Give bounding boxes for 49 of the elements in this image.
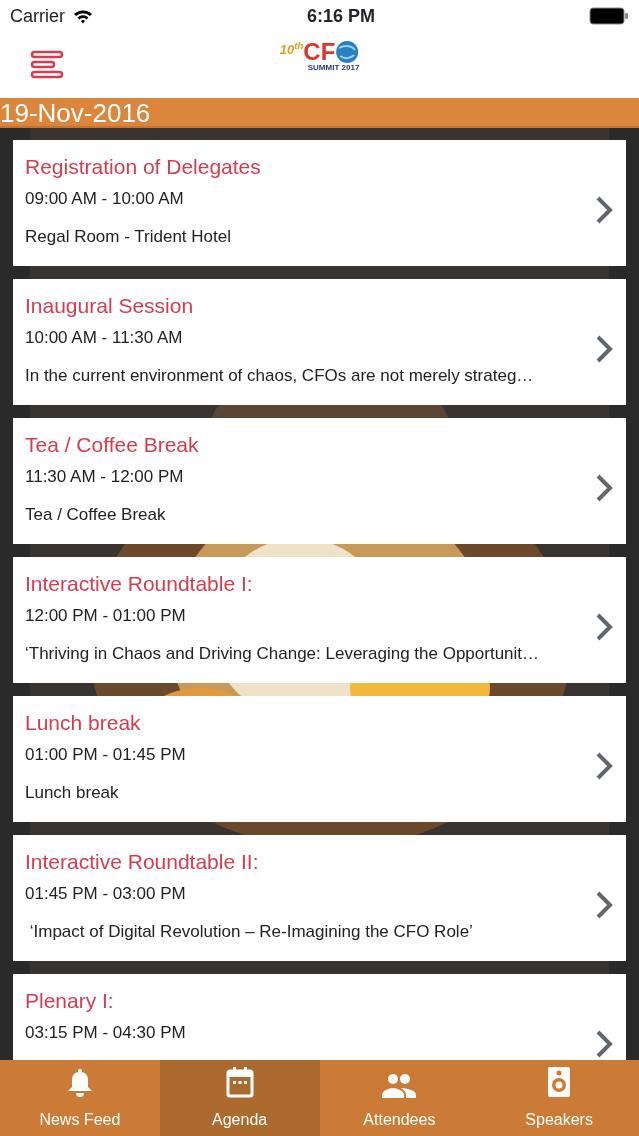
session-description: In the current environment of chaos, CFOs are not merely strateg… [25,365,535,387]
session-description: Lunch break [25,782,120,804]
session-title: Interactive Roundtable I: [25,571,254,597]
logo-subtitle: SUMMIT 2017 [307,64,360,72]
session-title: Interactive Roundtable II: [25,849,260,875]
session-title: Registration of Delegates [25,154,262,180]
session-title: Lunch break [25,710,142,736]
carrier-name: Carrier [10,4,65,28]
session-time: 10:00 AM - 11:30 AM [25,327,184,349]
session-description: ‘Impact of Digital Revolution – Re-Imagining the CFO Role’ [28,921,474,943]
speaker-icon [547,1066,572,1098]
session-card[interactable]: Plenary I: 03:15 PM - 04:30 PM [13,974,626,1060]
session-time: 09:00 AM - 10:00 AM [25,188,185,210]
session-time: 01:00 PM - 01:45 PM [25,744,187,766]
session-description: Tea / Coffee Break [25,504,167,526]
session-title: Inaugural Session [25,293,195,319]
session-card[interactable]: Interactive Roundtable I: 12:00 PM - 01:00 PM ‘Thriving in Chaos and Driving Change: Leveraging the Opportunit… [13,557,626,683]
clock-time: 6:16 PM [307,4,375,28]
session-card[interactable]: Interactive Roundtable II: 01:45 PM - 03:00 PM ‘Impact of Digital Revolution – Re-Imagining the CFO Role’ [13,835,626,961]
tab[interactable]: Agenda [159,1060,320,1136]
date-heading: 19-Nov-2016 [0,98,151,128]
people-icon [381,1072,418,1098]
chevron-icon [594,612,614,642]
menu-button[interactable] [30,50,64,80]
logo-text: CF [303,40,336,64]
chevron-icon [594,1029,614,1059]
chevron-icon [594,195,614,225]
session-time: 01:45 PM - 03:00 PM [25,883,187,905]
chevron-icon [594,751,614,781]
session-card[interactable]: Lunch break 01:00 PM - 01:45 PM Lunch break [13,696,626,822]
session-description: ‘Thriving in Chaos and Driving Change: Leveraging the Opportunit… [25,643,541,665]
logo-edition: 10$^{th}$ [279,40,304,57]
session-time: 12:00 PM - 01:00 PM [25,605,187,627]
chevron-icon [594,334,614,364]
bell-icon [66,1068,93,1098]
session-time: 03:15 PM - 04:30 PM [25,1022,187,1044]
chevron-icon [594,473,614,503]
session-time: 11:30 AM - 12:00 PM [25,466,185,488]
battery-icon [589,7,629,25]
session-card[interactable]: Registration of Delegates 09:00 AM - 10:00 AM Regal Room - Trident Hotel [13,140,626,266]
wifi-icon [73,8,93,24]
session-title: Tea / Coffee Break [25,432,200,458]
session-card[interactable]: Inaugural Session 10:00 AM - 11:30 AM In the current environment of chaos, CFOs are not merely strateg… [13,279,626,405]
calendar-icon [225,1066,254,1098]
globe-icon [335,40,360,64]
session-card[interactable]: Tea / Coffee Break 11:30 AM - 12:00 PM Tea / Coffee Break [13,418,626,544]
session-description: Regal Room - Trident Hotel [25,226,232,248]
session-title: Plenary I: [25,988,115,1014]
chevron-icon [594,890,614,920]
